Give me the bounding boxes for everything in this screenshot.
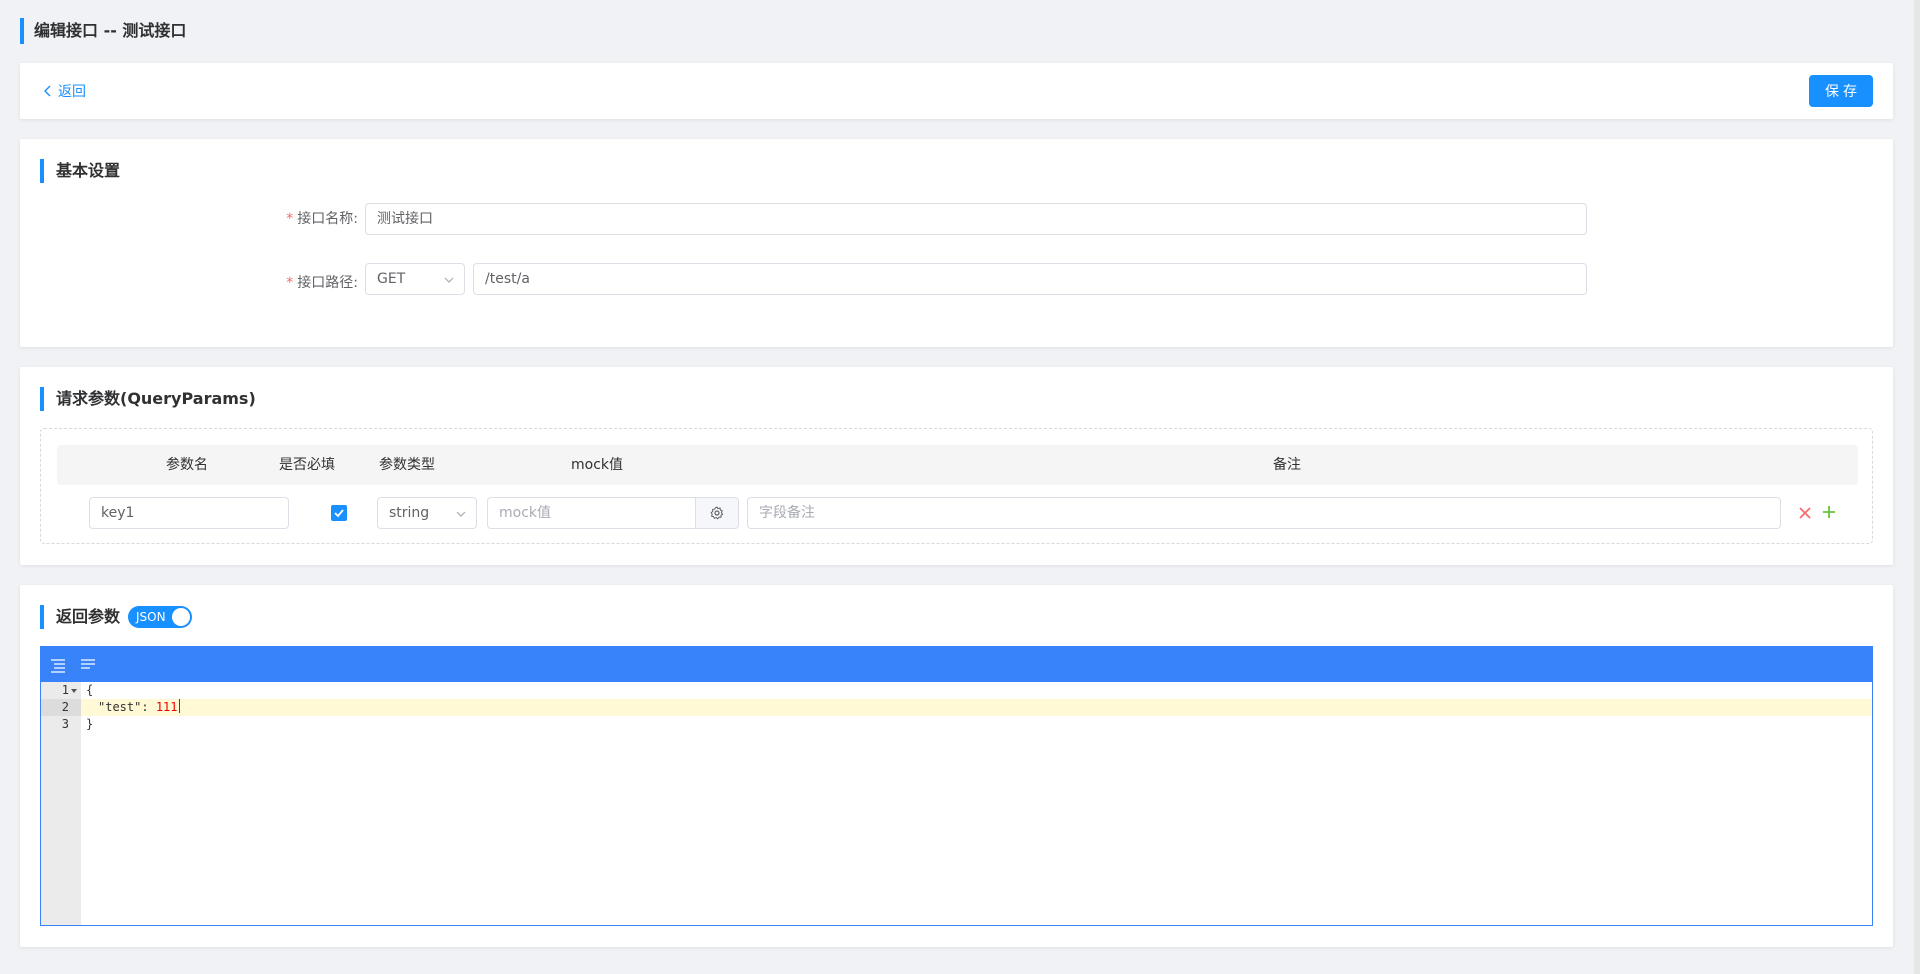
query-params-card: 请求参数(QueryParams) 参数名 是否必填 参数类型 mock值 备注… xyxy=(20,367,1893,565)
required-mark: * xyxy=(286,211,294,227)
chevron-left-icon xyxy=(44,85,51,97)
compact-icon[interactable] xyxy=(79,656,97,674)
basic-settings-title: 基本设置 xyxy=(40,159,120,183)
api-path-input[interactable]: /test/a xyxy=(473,263,1587,295)
remark-input[interactable]: 字段备注 xyxy=(747,497,1781,529)
required-mark: * xyxy=(286,275,294,291)
param-type-value: string xyxy=(389,505,430,521)
mock-value-input[interactable]: mock值 xyxy=(487,497,696,529)
editor-body[interactable]: 1 { 2 "test": 111 3 } xyxy=(41,682,1872,925)
basic-settings-title-text: 基本设置 xyxy=(56,161,121,180)
api-name-label-text: 接口名称: xyxy=(297,211,358,227)
line-number: 2 xyxy=(41,699,81,716)
code-line: 3 } xyxy=(41,716,1872,733)
json-toggle[interactable]: JSON xyxy=(128,606,193,628)
api-path-label: * 接口路径: xyxy=(250,273,358,293)
header-mock-value: mock值 xyxy=(570,457,623,473)
method-select[interactable]: GET xyxy=(365,263,465,295)
api-path-label-text: 接口路径: xyxy=(297,275,358,291)
fold-arrow-icon[interactable] xyxy=(71,688,77,694)
format-icon[interactable] xyxy=(49,656,67,674)
query-params-title: 请求参数(QueryParams) xyxy=(40,387,256,411)
json-key: "test" xyxy=(98,700,142,714)
json-value: 111 xyxy=(155,700,178,714)
code-text: { xyxy=(86,683,94,697)
param-name-input[interactable]: key1 xyxy=(89,497,289,529)
json-separator: : xyxy=(141,700,156,714)
response-params-title-text: 返回参数 xyxy=(56,607,121,626)
api-name-input[interactable]: 测试接口 xyxy=(365,203,1587,235)
method-select-value: GET xyxy=(377,271,406,287)
mock-settings-button[interactable] xyxy=(695,497,739,529)
header-param-name: 参数名 xyxy=(166,457,208,473)
code-text: } xyxy=(86,717,94,731)
required-checkbox[interactable] xyxy=(331,505,347,521)
code-line: 2 "test": 111 xyxy=(41,699,1872,716)
query-params-title-text: 请求参数(QueryParams) xyxy=(56,389,256,408)
action-bar: 返回 保存 xyxy=(20,63,1893,119)
params-table-header: 参数名 是否必填 参数类型 mock值 备注 xyxy=(57,445,1858,485)
text-cursor xyxy=(178,699,180,713)
code-text: "test": 111 xyxy=(98,699,180,716)
response-params-card: 返回参数 JSON 1 {2 "test": 111 3} xyxy=(20,585,1893,947)
code-line: 1 { xyxy=(41,682,1872,699)
json-editor[interactable]: 1 { 2 "test": 111 3 } xyxy=(40,646,1873,926)
chevron-down-icon xyxy=(444,277,454,283)
header-param-type: 参数类型 xyxy=(379,457,435,473)
json-toggle-label: JSON xyxy=(136,610,166,624)
back-label: 返回 xyxy=(58,84,86,100)
chevron-down-icon xyxy=(456,511,466,517)
check-icon xyxy=(334,509,344,518)
page-title: 编辑接口 -- 测试接口 xyxy=(20,18,186,44)
api-name-label: * 接口名称: xyxy=(250,209,358,229)
gear-icon xyxy=(710,506,724,520)
page-scrollbar[interactable] xyxy=(1914,0,1920,974)
close-icon[interactable] xyxy=(1797,505,1813,521)
line-number: 3 xyxy=(61,717,69,731)
toggle-knob xyxy=(172,608,191,626)
basic-settings-card: 基本设置 * 接口名称: 测试接口 * 接口路径: GET /test/a xyxy=(20,139,1893,347)
editor-toolbar xyxy=(41,647,1872,682)
save-button[interactable]: 保存 xyxy=(1809,75,1873,107)
header-remark: 备注 xyxy=(1273,457,1301,473)
params-table: 参数名 是否必填 参数类型 mock值 备注 key1 string mock值… xyxy=(40,428,1873,544)
plus-icon[interactable] xyxy=(1821,504,1837,520)
edit-api-page: 编辑接口 -- 测试接口 返回 保存 基本设置 * 接口名称: 测试接口 * 接口路… xyxy=(0,0,1920,974)
header-required: 是否必填 xyxy=(279,457,335,473)
param-type-select[interactable]: string xyxy=(377,497,477,529)
response-params-title: 返回参数 JSON xyxy=(40,605,193,629)
back-link[interactable]: 返回 xyxy=(42,81,86,101)
